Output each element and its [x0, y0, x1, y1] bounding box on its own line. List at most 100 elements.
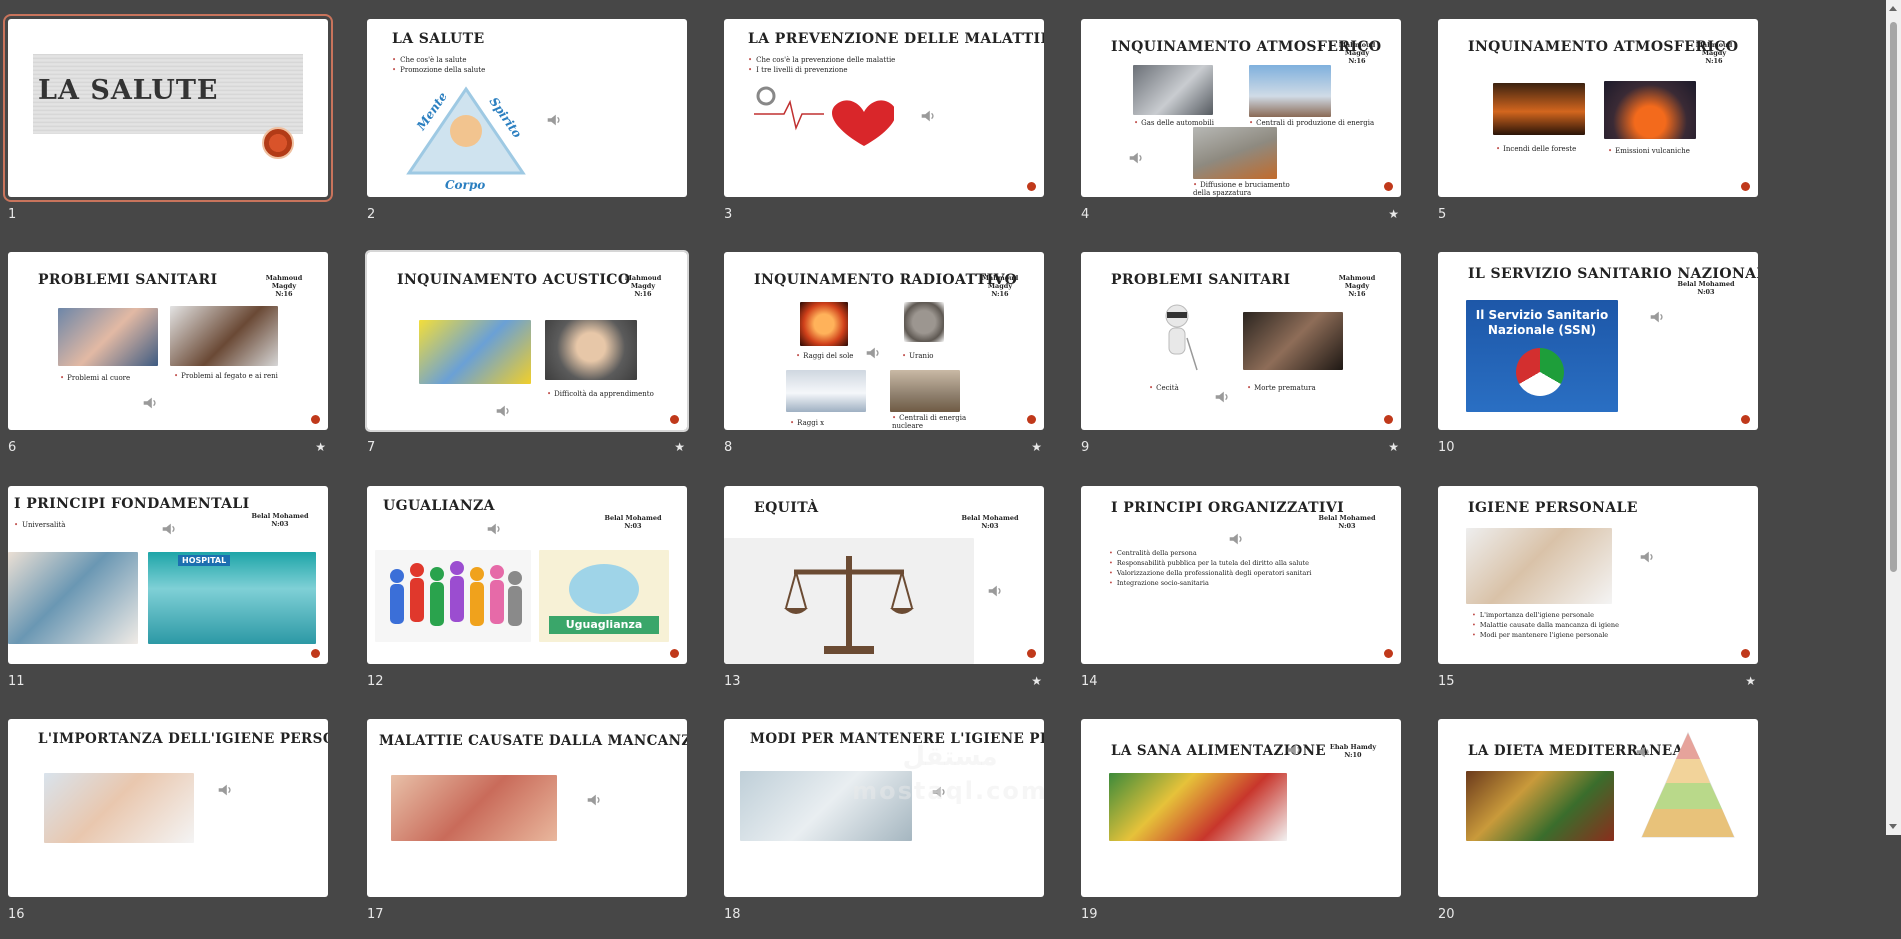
- author-name: Mahmoud Magdy: [265, 274, 303, 290]
- slide-10[interactable]: IL SERVIZIO SANITARIO NAZIONALE Belal Mo…: [1438, 252, 1758, 430]
- speaker-icon[interactable]: [1285, 741, 1303, 759]
- image-caption: Diffusione e bruciamento della spazzatur…: [1193, 181, 1303, 197]
- speaker-icon[interactable]: [585, 791, 603, 809]
- slide-thumb-13[interactable]: EQUITÀ Belal Mohamed N:03 13 ★: [724, 486, 1044, 706]
- slide-12[interactable]: UGUALIANZA Belal Mohamed N:03 Uguaglianz…: [367, 486, 687, 664]
- slide-number: 17: [367, 907, 384, 922]
- slide-15[interactable]: IGIENE PERSONALE L'importanza dell'igien…: [1438, 486, 1758, 664]
- sun-image: [800, 302, 848, 346]
- record-dot-icon: [1384, 415, 1393, 424]
- nuclear-plant-image: [890, 370, 960, 412]
- slide-thumb-2[interactable]: LA SALUTE Che cos'è la salute Promozione…: [367, 19, 687, 239]
- slide-16[interactable]: L'IMPORTANZA DELL'IGIENE PERSONALE: [8, 719, 328, 897]
- image-caption: Raggi x: [790, 419, 824, 427]
- speaker-icon[interactable]: [160, 520, 178, 538]
- author-id: N:16: [1705, 57, 1723, 65]
- slide-20[interactable]: LA DIETA MEDITERRANEA: [1438, 719, 1758, 897]
- slide-3[interactable]: LA PREVENZIONE DELLE MALATTIE Che cos'è …: [724, 19, 1044, 197]
- speaker-icon[interactable]: [864, 344, 882, 362]
- author-label: Mahmoud Magdy N:16: [1327, 41, 1387, 65]
- slide-2[interactable]: LA SALUTE Che cos'è la salute Promozione…: [367, 19, 687, 197]
- mediterranean-food-image: [1466, 771, 1614, 841]
- slide-14[interactable]: I PRINCIPI ORGANIZZATIVI Belal Mohamed N…: [1081, 486, 1401, 664]
- speaker-icon[interactable]: [485, 520, 503, 538]
- author-id: N:03: [1338, 522, 1356, 530]
- slide-thumb-4[interactable]: INQUINAMENTO ATMOSFERICO Mahmoud Magdy N…: [1081, 19, 1401, 239]
- slide-thumb-8[interactable]: INQUINAMENTO RADIOATTIVO Mahmoud Magdy N…: [724, 252, 1044, 472]
- speaker-icon[interactable]: [1648, 308, 1666, 326]
- skin-disease-image: [391, 775, 557, 841]
- slide-thumb-19[interactable]: LA SANA ALIMENTAZIONE Ehab Hamdy N:10 19: [1081, 719, 1401, 939]
- slide-thumb-7[interactable]: INQUINAMENTO ACUSTICO Mahmoud Magdy N:16…: [365, 250, 689, 472]
- speaker-icon[interactable]: [494, 402, 512, 420]
- image-caption: Centrali di energia nucleare: [892, 414, 972, 430]
- vertical-scrollbar[interactable]: [1886, 0, 1901, 835]
- scroll-up-icon[interactable]: [1889, 6, 1897, 11]
- author-id: N:16: [1348, 57, 1366, 65]
- speaker-icon[interactable]: [1127, 149, 1145, 167]
- slide-11[interactable]: I PRINCIPI FONDAMENTALI Belal Mohamed N:…: [8, 486, 328, 664]
- speaker-icon[interactable]: [919, 107, 937, 125]
- record-dot-icon: [1027, 649, 1036, 658]
- hospital-sign: HOSPITAL: [178, 555, 231, 566]
- author-label: Mahmoud Magdy N:16: [1327, 274, 1387, 298]
- slide-8[interactable]: INQUINAMENTO RADIOATTIVO Mahmoud Magdy N…: [724, 252, 1044, 430]
- slide-4[interactable]: INQUINAMENTO ATMOSFERICO Mahmoud Magdy N…: [1081, 19, 1401, 197]
- slide-5[interactable]: INQUINAMENTO ATMOSFERICO Mahmoud Magdy N…: [1438, 19, 1758, 197]
- slide-19[interactable]: LA SANA ALIMENTAZIONE Ehab Hamdy N:10: [1081, 719, 1401, 897]
- scroll-down-icon[interactable]: [1889, 824, 1897, 829]
- slide-thumb-6[interactable]: PROBLEMI SANITARI Mahmoud Magdy N:16 Pro…: [8, 252, 328, 472]
- slide-thumb-20[interactable]: LA DIETA MEDITERRANEA 20: [1438, 719, 1758, 939]
- record-dot-icon: [1741, 182, 1750, 191]
- author-id: N:16: [634, 290, 652, 298]
- slide-thumb-9[interactable]: PROBLEMI SANITARI Mahmoud Magdy N:16 Cec…: [1081, 252, 1401, 472]
- slide-thumb-3[interactable]: LA PREVENZIONE DELLE MALATTIE Che cos'è …: [724, 19, 1044, 239]
- speaker-icon[interactable]: [1227, 530, 1245, 548]
- power-plant-image: [1249, 65, 1331, 117]
- slide-thumb-12[interactable]: UGUALIANZA Belal Mohamed N:03 Uguaglianz…: [367, 486, 687, 706]
- slide-number: 19: [1081, 907, 1098, 922]
- star-icon: ★: [1031, 674, 1042, 688]
- slide-7[interactable]: INQUINAMENTO ACUSTICO Mahmoud Magdy N:16…: [365, 250, 689, 432]
- star-icon: ★: [1745, 674, 1756, 688]
- triangle-diagram: Mente Spirito Corpo: [406, 86, 526, 191]
- record-dot-icon: [670, 649, 679, 658]
- slide-number: 11: [8, 674, 25, 689]
- slide-6[interactable]: PROBLEMI SANITARI Mahmoud Magdy N:16 Pro…: [8, 252, 328, 430]
- image-caption: Uranio: [902, 352, 933, 360]
- slide-thumb-16[interactable]: L'IMPORTANZA DELL'IGIENE PERSONALE 16: [8, 719, 328, 939]
- slide-thumb-5[interactable]: INQUINAMENTO ATMOSFERICO Mahmoud Magdy N…: [1438, 19, 1758, 239]
- slide-1[interactable]: LA SALUTE: [3, 14, 333, 202]
- author-label: Belal Mohamed N:03: [603, 514, 663, 530]
- record-dot-icon: [670, 415, 679, 424]
- bullet: Responsabilità pubblica per la tutela de…: [1109, 558, 1311, 568]
- slide-thumb-10[interactable]: IL SERVIZIO SANITARIO NAZIONALE Belal Mo…: [1438, 252, 1758, 472]
- globe-icon: [569, 564, 639, 614]
- star-icon: ★: [315, 440, 326, 454]
- speaker-icon[interactable]: [1638, 548, 1656, 566]
- slide-9[interactable]: PROBLEMI SANITARI Mahmoud Magdy N:16 Cec…: [1081, 252, 1401, 430]
- speaker-icon[interactable]: [986, 582, 1004, 600]
- speaker-icon[interactable]: [1213, 388, 1231, 406]
- bullet: Universalità: [14, 520, 65, 530]
- slide-thumb-15[interactable]: IGIENE PERSONALE L'importanza dell'igien…: [1438, 486, 1758, 706]
- slide-17[interactable]: MALATTIE CAUSATE DALLA MANCANZA DI IGIEN…: [367, 719, 687, 897]
- mother-child-image: [44, 773, 194, 843]
- heart-problem-image: [58, 308, 158, 366]
- slide-13[interactable]: EQUITÀ Belal Mohamed N:03: [724, 486, 1044, 664]
- premature-death-image: [1243, 312, 1343, 370]
- bullet: Malattie causate dalla mancanza di igien…: [1472, 620, 1619, 630]
- slide-thumb-11[interactable]: I PRINCIPI FONDAMENTALI Belal Mohamed N:…: [8, 486, 328, 706]
- slide-thumb-1[interactable]: LA SALUTE 1: [3, 14, 333, 239]
- speaker-icon[interactable]: [141, 394, 159, 412]
- bullet: Promozione della salute: [392, 65, 485, 75]
- star-icon: ★: [1388, 207, 1399, 221]
- slide-number: 12: [367, 674, 384, 689]
- slide-thumb-14[interactable]: I PRINCIPI ORGANIZZATIVI Belal Mohamed N…: [1081, 486, 1401, 706]
- speaker-icon[interactable]: [545, 111, 563, 129]
- speaker-icon[interactable]: [216, 781, 234, 799]
- slide-thumb-17[interactable]: MALATTIE CAUSATE DALLA MANCANZA DI IGIEN…: [367, 719, 687, 939]
- scrollbar-thumb[interactable]: [1890, 22, 1897, 572]
- record-dot-icon: [1741, 415, 1750, 424]
- slide-sorter-grid: LA SALUTE 1 LA SALUTE Che cos'è la salut…: [0, 0, 1886, 922]
